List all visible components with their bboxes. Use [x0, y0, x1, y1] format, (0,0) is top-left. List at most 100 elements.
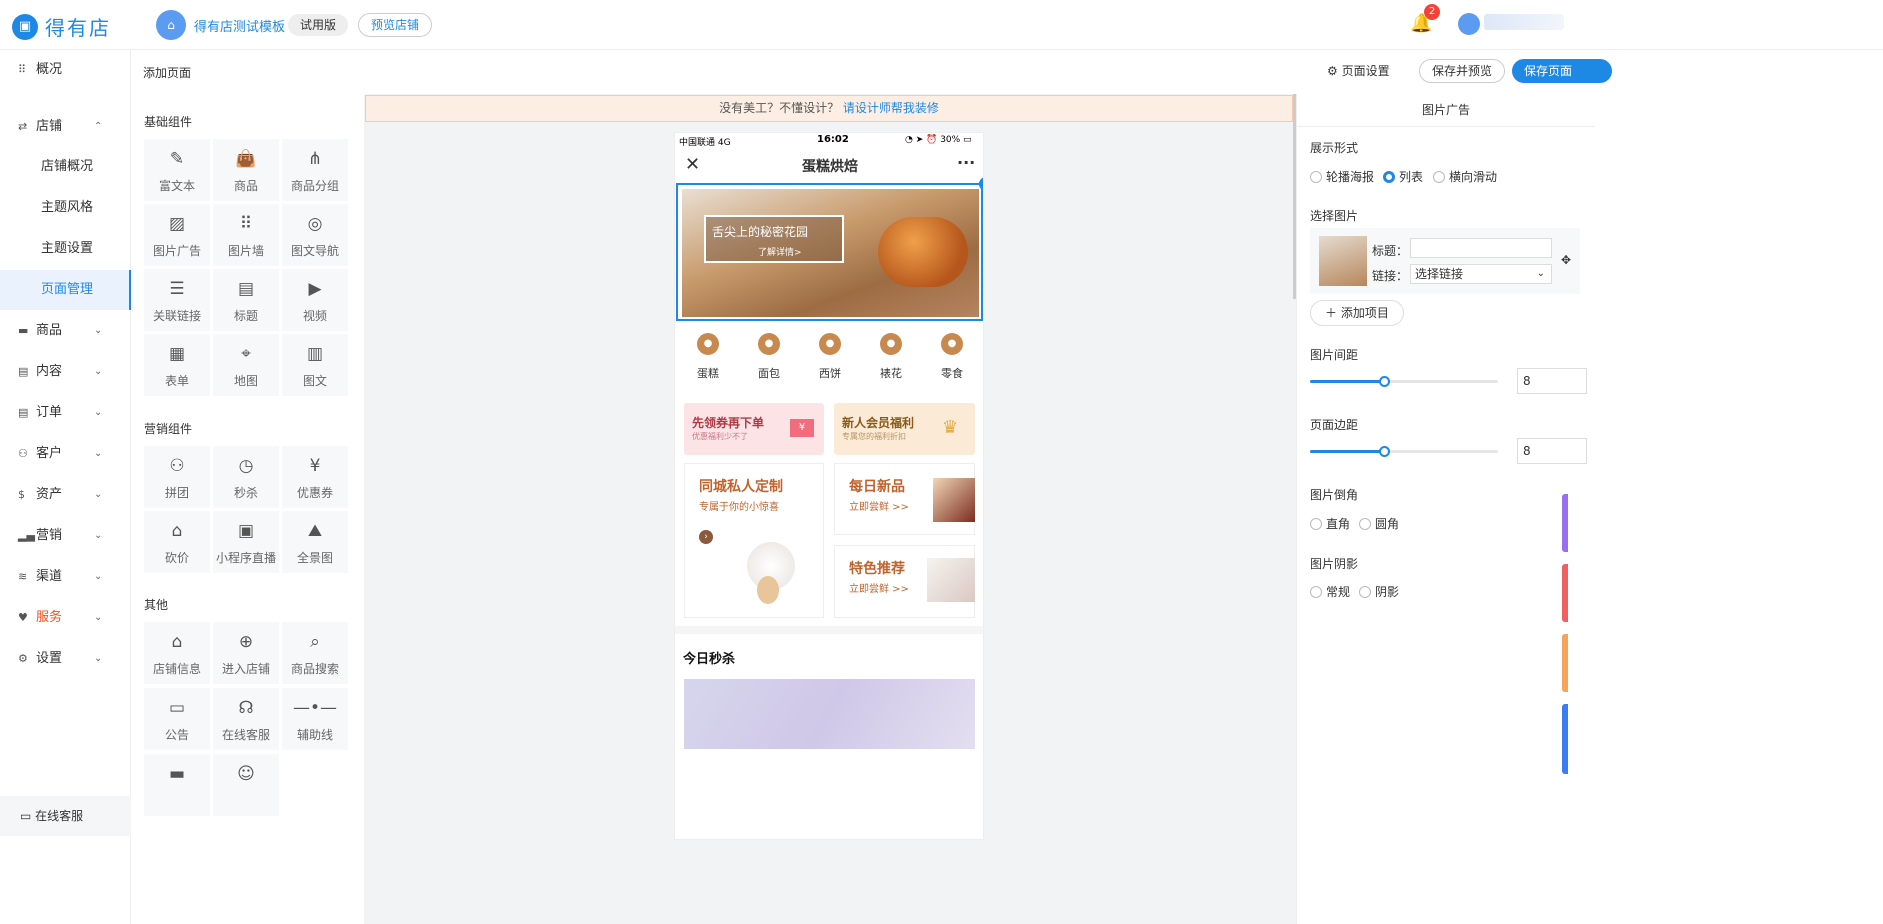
image-ad-block-selected[interactable]: 舌尖上的秘密花园 了解详情> — [676, 183, 983, 321]
component-enter-store[interactable]: ⊕ 进入店铺 — [213, 622, 279, 684]
component-panorama[interactable]: ⛰ 全景图 — [282, 511, 348, 573]
coupon-icon: ¥ — [790, 419, 814, 437]
component-group-buy[interactable]: ⚇ 拼团 — [144, 446, 210, 508]
page-subheader: 添加页面 ⚙ 页面设置 保存并预览 保存页面 — [131, 50, 1883, 94]
spacing-slider[interactable] — [1310, 376, 1498, 387]
phone-nav-bar: ✕ 蛋糕烘焙 ··· — [675, 149, 983, 181]
logo[interactable]: ▣ 得有店 — [12, 12, 111, 41]
more-icon[interactable]: ··· — [957, 153, 975, 172]
slider-knob[interactable] — [1379, 376, 1390, 387]
sidebar-sub-theme-style[interactable]: 主题风格 — [0, 188, 131, 228]
category-cake[interactable]: ● 蛋糕 — [683, 333, 733, 381]
component-bargain[interactable]: ⌂ 砍价 — [144, 511, 210, 573]
sidebar-item-orders[interactable]: ▤ 订单 ⌄ — [0, 393, 131, 433]
component-rich-text[interactable]: ✎ 富文本 — [144, 139, 210, 201]
component-store-info[interactable]: ⌂ 店铺信息 — [144, 622, 210, 684]
component-goods[interactable]: 👜 商品 — [213, 139, 279, 201]
shop-switcher[interactable]: ⌂ 得有店测试模板 — [156, 10, 285, 40]
radio-carousel[interactable]: 轮播海报 — [1310, 168, 1374, 185]
component-divider[interactable]: —•— 辅助线 — [282, 688, 348, 750]
category-snacks[interactable]: ● 零食 — [927, 333, 977, 381]
sidebar-item-marketing[interactable]: ▂▄ 营销 ⌄ — [0, 516, 131, 556]
component-image-wall[interactable]: ⠿ 图片墙 — [213, 204, 279, 266]
sidebar-item-label: 客户 — [36, 446, 63, 461]
sidebar-item-overview[interactable]: ⠿ 概况 — [0, 50, 131, 90]
shadow-label: 图片阴影 — [1310, 557, 1359, 571]
radio-horizontal[interactable]: 横向滑动 — [1433, 168, 1497, 185]
promo-member-card[interactable]: 新人会员福利 专属您的福利折扣 ♛ — [834, 403, 975, 455]
page-settings-button[interactable]: ⚙ 页面设置 — [1327, 62, 1390, 79]
custom-order-card[interactable]: 同城私人定制 专属于你的小惊喜 › — [684, 463, 824, 618]
component-image-ad[interactable]: ▨ 图片广告 — [144, 204, 210, 266]
component-online-service[interactable]: ☊ 在线客服 — [213, 688, 279, 750]
user-avatar[interactable] — [1458, 13, 1480, 35]
image-item: 标题： 链接： 选择链接 ⌄ — [1310, 228, 1580, 294]
online-service-button[interactable]: ▭ 在线客服 — [0, 796, 131, 836]
sidebar-sub-theme-settings[interactable]: 主题设置 — [0, 229, 131, 269]
form-icon: ▦ — [168, 344, 186, 364]
component-image-text[interactable]: ▥ 图文 — [282, 334, 348, 396]
radio-list[interactable]: 列表 — [1383, 168, 1423, 185]
design-help-link[interactable]: 请设计师帮我装修 — [843, 101, 939, 115]
sidebar-item-assets[interactable]: $ 资产 ⌄ — [0, 475, 131, 515]
basic-components-heading: 基础组件 — [144, 115, 193, 129]
component-map[interactable]: ⌖ 地图 — [213, 334, 279, 396]
component-more-1[interactable]: ▬ — [144, 754, 210, 816]
radio-shadow-on[interactable]: 阴影 — [1359, 583, 1399, 600]
sidebar-sub-page-management[interactable]: 页面管理 — [0, 270, 131, 310]
sidebar-item-store[interactable]: ⇄ 店铺 ⌃ — [0, 107, 131, 147]
margin-slider[interactable] — [1310, 446, 1498, 457]
component-form[interactable]: ▦ 表单 — [144, 334, 210, 396]
sidebar-sub-store-overview[interactable]: 店铺概况 — [0, 147, 131, 187]
component-image-nav[interactable]: ◎ 图文导航 — [282, 204, 348, 266]
spacing-input[interactable]: 8 — [1517, 368, 1587, 394]
component-label: 秒杀 — [233, 486, 258, 500]
category-bread[interactable]: ● 面包 — [744, 333, 794, 381]
sidebar-item-goods[interactable]: ▬ 商品 ⌄ — [0, 311, 131, 351]
component-notice[interactable]: ▭ 公告 — [144, 688, 210, 750]
radio-round-corner[interactable]: 圆角 — [1359, 515, 1399, 532]
smile-icon: ☺ — [237, 764, 255, 784]
sidebar-item-content[interactable]: ▤ 内容 ⌄ — [0, 352, 131, 392]
title-input[interactable] — [1410, 238, 1552, 258]
sidebar-item-settings[interactable]: ⚙ 设置 ⌄ — [0, 639, 131, 679]
daily-new-card[interactable]: 每日新品 立即尝鲜 >> — [834, 463, 975, 535]
component-title[interactable]: ▤ 标题 — [213, 269, 279, 331]
component-flash-sale[interactable]: ◷ 秒杀 — [213, 446, 279, 508]
component-more-2[interactable]: ☺ — [213, 754, 279, 816]
radio-square-corner[interactable]: 直角 — [1310, 515, 1350, 532]
slider-knob[interactable] — [1379, 446, 1390, 457]
radio-dot — [1433, 171, 1445, 183]
save-page-button[interactable]: 保存页面 — [1512, 59, 1612, 83]
user-name-blurred[interactable] — [1484, 14, 1564, 30]
side-tab-orange[interactable] — [1562, 634, 1568, 692]
link-select[interactable]: 选择链接 ⌄ — [1410, 264, 1552, 284]
add-item-button[interactable]: ＋ 添加项目 — [1310, 300, 1404, 326]
category-decor[interactable]: ● 裱花 — [866, 333, 916, 381]
bread-image — [878, 217, 968, 287]
sidebar-item-customers[interactable]: ⚇ 客户 ⌄ — [0, 434, 131, 474]
promo-coupon-card[interactable]: 先领券再下单 优惠福利少不了 ¥ — [684, 403, 824, 455]
featured-card[interactable]: 特色推荐 立即尝鲜 >> — [834, 545, 975, 618]
margin-input[interactable]: 8 — [1517, 438, 1587, 464]
component-goods-search[interactable]: ⌕ 商品搜索 — [282, 622, 348, 684]
sidebar-item-channels[interactable]: ≋ 渠道 ⌄ — [0, 557, 131, 597]
drag-handle-icon[interactable]: ✥ — [1561, 253, 1571, 267]
plus-icon: ＋ — [1325, 306, 1341, 320]
preview-store-button[interactable]: 预览店铺 — [358, 13, 433, 37]
category-pastry[interactable]: ● 西饼 — [805, 333, 855, 381]
component-coupon[interactable]: ¥ 优惠券 — [282, 446, 348, 508]
side-tab-purple[interactable] — [1562, 494, 1568, 552]
side-tab-blue[interactable] — [1562, 704, 1568, 774]
component-live[interactable]: ▣ 小程序直播 — [213, 511, 279, 573]
component-video[interactable]: ▶ 视频 — [282, 269, 348, 331]
search-icon: ⌕ — [310, 632, 320, 652]
radio-shadow-normal[interactable]: 常规 — [1310, 583, 1350, 600]
component-links[interactable]: ☰ 关联链接 — [144, 269, 210, 331]
side-tab-red[interactable] — [1562, 564, 1568, 622]
flash-sale-image[interactable] — [684, 679, 975, 749]
save-and-preview-button[interactable]: 保存并预览 — [1419, 59, 1506, 83]
image-thumbnail[interactable] — [1319, 236, 1367, 286]
component-goods-group[interactable]: ⋔ 商品分组 — [282, 139, 348, 201]
sidebar-item-service[interactable]: ♥ 服务 ⌄ — [0, 598, 131, 638]
